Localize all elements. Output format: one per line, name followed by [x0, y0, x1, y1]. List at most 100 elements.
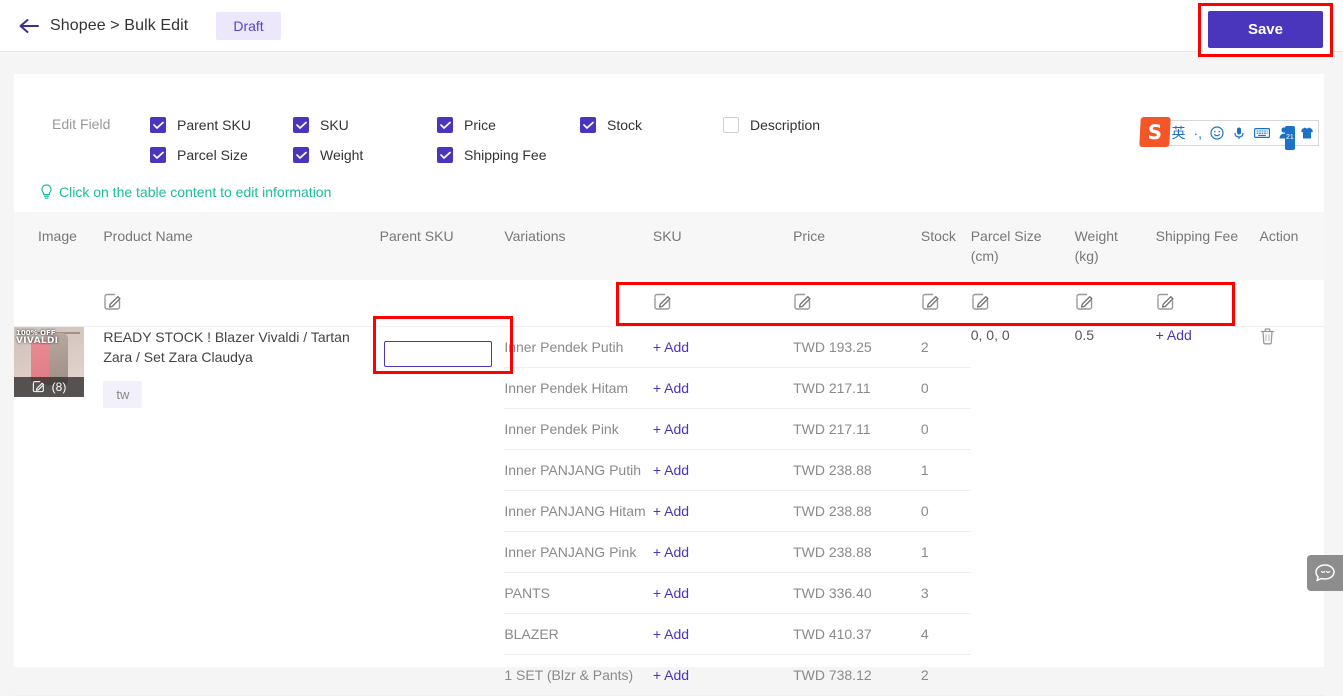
chat-bubble-icon	[1314, 563, 1336, 583]
batch-edit-image-cell	[14, 280, 104, 327]
parent-sku-cell[interactable]	[379, 326, 505, 696]
edit-hint-text: Click on the table content to edit infor…	[59, 184, 332, 200]
variation-price[interactable]: TWD 217.11	[793, 408, 921, 450]
user-center-icon[interactable]: 21	[1274, 126, 1296, 150]
variation-stock[interactable]: 4	[920, 613, 971, 655]
batch-edit-action-cell	[1259, 280, 1324, 327]
parent-sku-input[interactable]	[383, 340, 492, 367]
product-thumbnail[interactable]: 100% OFF VIVALDI (8)	[14, 326, 84, 397]
variation-sku-add-link[interactable]: + Add	[653, 585, 689, 601]
variation-sku-add-link[interactable]: + Add	[653, 503, 689, 519]
checkbox-label: Shipping Fee	[464, 147, 547, 163]
edit-icon-image[interactable]	[32, 380, 45, 393]
thumbnail-edit-bar[interactable]: (8)	[14, 376, 84, 397]
variation-sku-add-link[interactable]: + Add	[653, 544, 689, 560]
variation-sku-add-link[interactable]: + Add	[653, 462, 689, 478]
checkbox-label: SKU	[320, 117, 349, 133]
skin-theme-icon[interactable]	[1296, 126, 1318, 140]
checkbox-label: Parcel Size	[177, 147, 248, 163]
checkbox-parent-sku[interactable]: Parent SKU	[150, 117, 293, 133]
variation-price[interactable]: TWD 738.12	[793, 654, 921, 695]
product-region-tag: tw	[103, 380, 143, 408]
language-mode-icon[interactable]: 英	[1167, 121, 1189, 145]
variation-stock[interactable]: 2	[920, 326, 971, 368]
variation-price[interactable]: TWD 336.40	[793, 572, 921, 614]
variation-stock[interactable]: 1	[920, 449, 971, 491]
variation-price[interactable]: TWD 217.11	[793, 367, 921, 409]
checkbox-price[interactable]: Price	[437, 117, 580, 133]
edit-icon-product-name[interactable]	[103, 292, 122, 311]
bulk-edit-card: Edit Field Parent SKU SKU Price Stock De…	[14, 74, 1324, 696]
column-header-weight: Weight (kg)	[1074, 212, 1156, 280]
variation-stock[interactable]: 1	[920, 531, 971, 573]
breadcrumb[interactable]: Shopee > Bulk Edit	[50, 17, 188, 35]
batch-edit-product-name-cell	[103, 280, 380, 327]
variation-row: Inner PANJANG Pink + Add TWD 238.88 1	[504, 531, 971, 573]
edit-icon-price[interactable]	[793, 292, 812, 311]
variation-name: PANTS	[504, 572, 653, 614]
variation-sku-add-link[interactable]: + Add	[653, 667, 689, 683]
checkbox-shipping-fee[interactable]: Shipping Fee	[437, 147, 547, 163]
checkbox-weight[interactable]: Weight	[293, 147, 437, 163]
variation-price[interactable]: TWD 193.25	[793, 326, 921, 368]
emoji-icon[interactable]	[1206, 126, 1228, 140]
batch-edit-price-cell	[793, 280, 921, 327]
edit-icon-parcel-size[interactable]	[971, 292, 990, 311]
batch-edit-weight-cell	[1074, 280, 1156, 327]
column-header-price: Price	[793, 212, 921, 280]
voice-input-icon[interactable]	[1228, 126, 1250, 140]
save-button-annotation: Save	[1197, 3, 1333, 57]
variation-sku-add-link[interactable]: + Add	[653, 626, 689, 642]
edit-icon-weight[interactable]	[1075, 292, 1094, 311]
variation-price[interactable]: TWD 410.37	[793, 613, 921, 655]
variation-row: Inner Pendek Pink + Add TWD 217.11 0	[504, 408, 971, 450]
variation-row: 1 SET (Blzr & Pants) + Add TWD 738.12 2	[504, 654, 970, 695]
back-arrow-icon[interactable]	[16, 13, 42, 39]
parcel-size-cell[interactable]: 0, 0, 0	[970, 326, 1075, 696]
edit-icon-shipping-fee[interactable]	[1156, 292, 1175, 311]
product-name-cell[interactable]: READY STOCK ! Blazer Vivaldi / Tartan Za…	[103, 326, 380, 696]
edit-icon-stock[interactable]	[921, 292, 940, 311]
ime-toolbar: S 英 ·, 21	[1139, 117, 1319, 150]
variation-stock[interactable]: 0	[920, 367, 971, 409]
edit-field-section: Edit Field Parent SKU SKU Price Stock De…	[14, 74, 1324, 170]
punctuation-mode-icon[interactable]: ·,	[1189, 121, 1206, 145]
variation-price[interactable]: TWD 238.88	[793, 490, 921, 532]
variation-stock[interactable]: 3	[920, 572, 971, 614]
trash-icon[interactable]	[1259, 327, 1276, 345]
variation-stock[interactable]: 0	[920, 490, 971, 532]
checkbox-parcel-size[interactable]: Parcel Size	[150, 147, 293, 163]
product-image-cell: 100% OFF VIVALDI (8)	[14, 326, 104, 696]
variation-row: Inner PANJANG Putih + Add TWD 238.88 1	[504, 449, 971, 491]
shipping-fee-add-link[interactable]: + Add	[1156, 327, 1192, 343]
weight-cell[interactable]: 0.5	[1074, 326, 1156, 696]
chat-support-button[interactable]	[1307, 555, 1343, 591]
variation-stock[interactable]: 2	[921, 654, 971, 695]
variation-stock[interactable]: 0	[920, 408, 971, 450]
action-cell	[1259, 326, 1324, 696]
variation-sku-add-link[interactable]: + Add	[653, 380, 689, 396]
variation-row: Inner PANJANG Hitam + Add TWD 238.88 0	[504, 490, 971, 532]
bulk-edit-table: Image Product Name Parent SKU Variations…	[14, 212, 1324, 696]
checkbox-description[interactable]: Description	[723, 117, 820, 133]
lightbulb-icon	[40, 184, 59, 200]
variation-price[interactable]: TWD 238.88	[793, 531, 921, 573]
sogou-logo-icon[interactable]: S	[1139, 117, 1172, 147]
checkbox-stock[interactable]: Stock	[580, 117, 723, 133]
batch-edit-sku-cell	[652, 280, 794, 327]
checkmark-icon	[150, 147, 166, 163]
edit-icon-sku[interactable]	[653, 292, 672, 311]
thumbnail-brand-text: VIVALDI	[16, 335, 59, 346]
checkbox-sku[interactable]: SKU	[293, 117, 437, 133]
checkmark-icon	[293, 117, 309, 133]
variation-name: Inner PANJANG Pink	[504, 531, 653, 573]
variation-sku-add-link[interactable]: + Add	[653, 421, 689, 437]
variation-row: BLAZER + Add TWD 410.37 4	[504, 613, 971, 655]
image-count: (8)	[51, 379, 67, 394]
variation-sku-add-link[interactable]: + Add	[653, 339, 689, 355]
variation-price[interactable]: TWD 238.88	[793, 449, 921, 491]
save-button[interactable]: Save	[1207, 11, 1323, 48]
soft-keyboard-icon[interactable]	[1250, 127, 1274, 139]
variation-name: 1 SET (Blzr & Pants)	[504, 666, 634, 683]
edit-field-label: Edit Field	[52, 116, 111, 132]
